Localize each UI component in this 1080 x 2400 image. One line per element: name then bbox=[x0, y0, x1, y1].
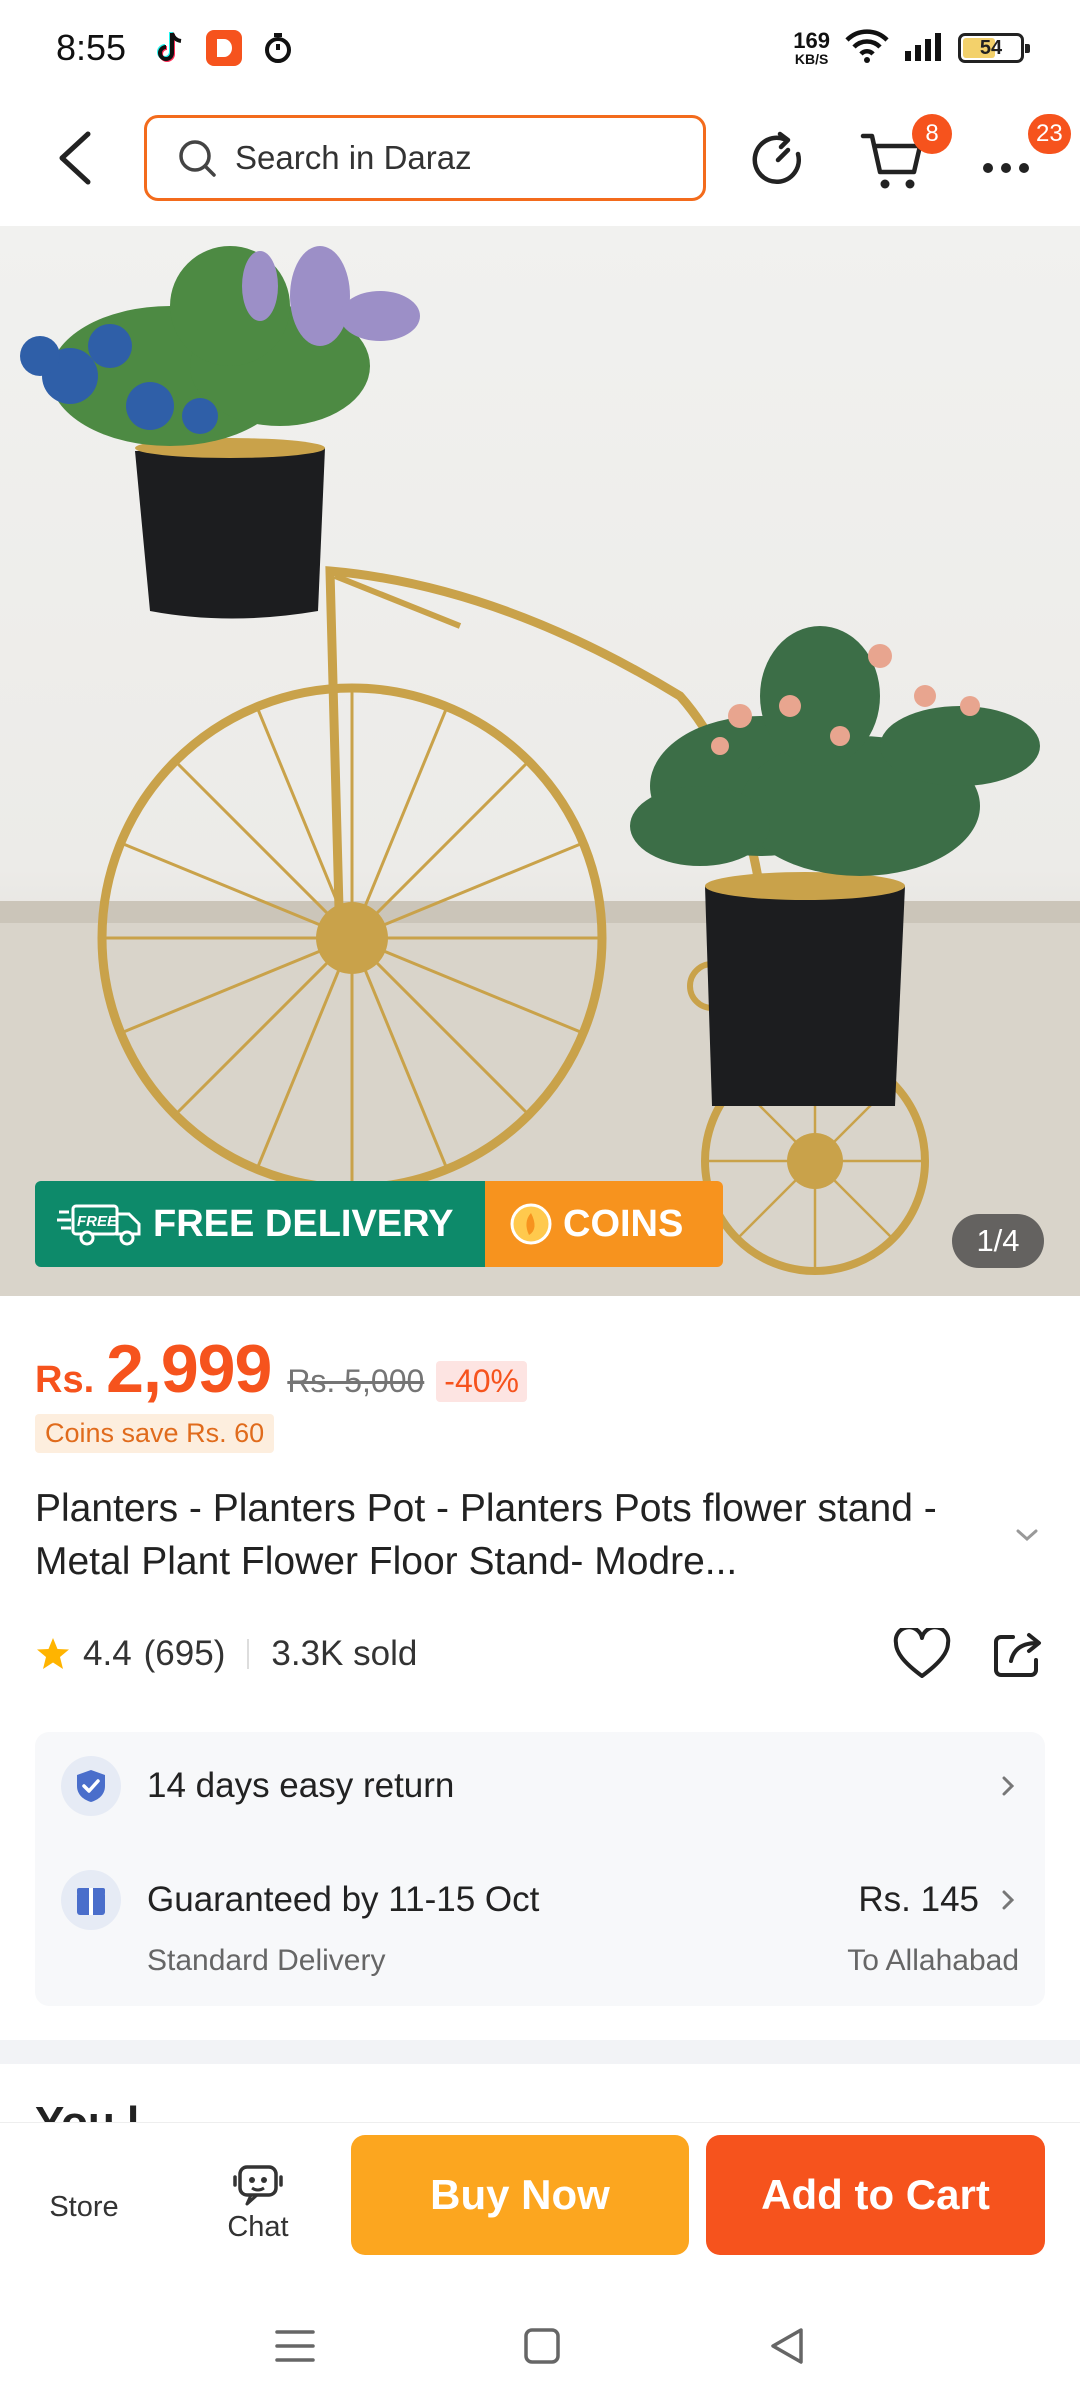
section-divider bbox=[0, 2040, 1080, 2064]
delivery-guarantee-label: Guaranteed by 11-15 Oct bbox=[147, 1880, 540, 1919]
easy-return-row[interactable]: 14 days easy return bbox=[61, 1756, 1019, 1816]
chevron-down-icon[interactable] bbox=[1012, 1520, 1042, 1550]
promo-banner: FREE FREE DELIVERY COINS bbox=[35, 1181, 723, 1267]
share-icon[interactable] bbox=[991, 1627, 1045, 1681]
more-button[interactable]: 23 bbox=[980, 114, 1071, 190]
network-speed: 169 KB/S bbox=[793, 28, 830, 67]
coins-save-badge: Coins save Rs. 60 bbox=[35, 1414, 275, 1453]
battery-indicator: 54 bbox=[958, 33, 1030, 63]
back-button[interactable] bbox=[48, 126, 108, 190]
signal-icon bbox=[904, 31, 944, 66]
wifi-icon bbox=[844, 28, 890, 69]
tiktok-icon bbox=[152, 30, 188, 66]
svg-text:FREE: FREE bbox=[77, 1213, 118, 1230]
free-delivery-tag: FREE FREE DELIVERY bbox=[35, 1181, 485, 1267]
review-count[interactable]: (695) bbox=[144, 1634, 226, 1674]
timer-icon bbox=[260, 30, 296, 66]
delivery-fee: Rs. 145 bbox=[858, 1880, 979, 1919]
rating-value[interactable]: 4.4 bbox=[83, 1634, 132, 1674]
current-price: 2,999 bbox=[106, 1331, 272, 1407]
add-to-cart-button[interactable]: Add to Cart bbox=[706, 2135, 1045, 2255]
menu-icon[interactable] bbox=[273, 2326, 317, 2366]
status-notification-icons bbox=[152, 30, 296, 66]
chat-label: Chat bbox=[227, 2211, 289, 2243]
delivery-truck-icon: FREE bbox=[57, 1204, 141, 1246]
price-currency: Rs. bbox=[35, 1359, 95, 1401]
product-image-gallery[interactable]: FREE FREE DELIVERY COINS 1/4 bbox=[0, 226, 1080, 1296]
discount-badge: -40% bbox=[436, 1361, 527, 1402]
chevron-right-icon bbox=[1002, 1890, 1015, 1910]
service-card: 14 days easy return Guaranteed by 11-15 … bbox=[35, 1732, 1045, 2006]
product-title[interactable]: Planters - Planters Pot - Planters Pots … bbox=[35, 1482, 1015, 1588]
search-icon bbox=[179, 140, 216, 177]
coin-icon bbox=[510, 1203, 552, 1245]
next-section-heading: You l bbox=[35, 2098, 139, 2122]
status-bar: 8:55 169 KB/S 54 bbox=[0, 0, 1080, 96]
coins-tag: COINS bbox=[485, 1181, 723, 1267]
star-icon bbox=[37, 1638, 69, 1669]
image-page-counter: 1/4 bbox=[952, 1214, 1044, 1268]
back-triangle-icon[interactable] bbox=[767, 2326, 807, 2366]
search-bar[interactable] bbox=[144, 115, 706, 201]
cart-button[interactable]: 8 bbox=[860, 114, 952, 190]
store-button[interactable]: Store bbox=[24, 2191, 144, 2224]
rating-row: 4.4 (695) 3.3K sold bbox=[35, 1624, 1045, 1684]
chevron-right-icon bbox=[1002, 1776, 1015, 1796]
buy-now-button[interactable]: Buy Now bbox=[351, 2135, 689, 2255]
product-image bbox=[0, 246, 1080, 1296]
delivery-row[interactable]: Guaranteed by 11-15 Oct Rs. 145 bbox=[61, 1870, 1019, 1930]
heart-wishlist-icon[interactable] bbox=[893, 1628, 951, 1680]
cart-count-badge: 8 bbox=[912, 114, 952, 154]
bottom-action-bar: Store Chat Buy Now Add to Cart bbox=[0, 2122, 1080, 2292]
shield-check-icon bbox=[61, 1756, 121, 1816]
original-price: Rs. 5,000 bbox=[287, 1363, 425, 1399]
delivery-box-icon bbox=[61, 1870, 121, 1930]
top-nav: 8 23 bbox=[0, 96, 1080, 224]
chevron-left-icon bbox=[59, 131, 91, 185]
notification-count-badge: 23 bbox=[1028, 114, 1071, 154]
home-square-icon[interactable] bbox=[522, 2326, 562, 2366]
price-row: Rs. 2,999 Rs. 5,000 -40% bbox=[35, 1330, 527, 1408]
history-button[interactable] bbox=[748, 130, 808, 190]
search-input[interactable] bbox=[235, 139, 655, 177]
status-time: 8:55 bbox=[56, 27, 127, 68]
chat-button[interactable]: Chat bbox=[198, 2163, 318, 2244]
easy-return-label: 14 days easy return bbox=[147, 1766, 455, 1805]
sold-count: 3.3K sold bbox=[271, 1634, 418, 1673]
delivery-location[interactable]: To Allahabad bbox=[847, 1944, 1019, 1978]
system-navigation-bar bbox=[0, 2292, 1080, 2400]
delivery-type: Standard Delivery bbox=[147, 1944, 386, 1977]
refresh-history-icon bbox=[752, 131, 801, 184]
store-label: Store bbox=[49, 2191, 119, 2223]
daraz-app-icon bbox=[206, 30, 243, 66]
divider bbox=[247, 1639, 250, 1669]
chat-bot-icon bbox=[233, 2165, 283, 2206]
